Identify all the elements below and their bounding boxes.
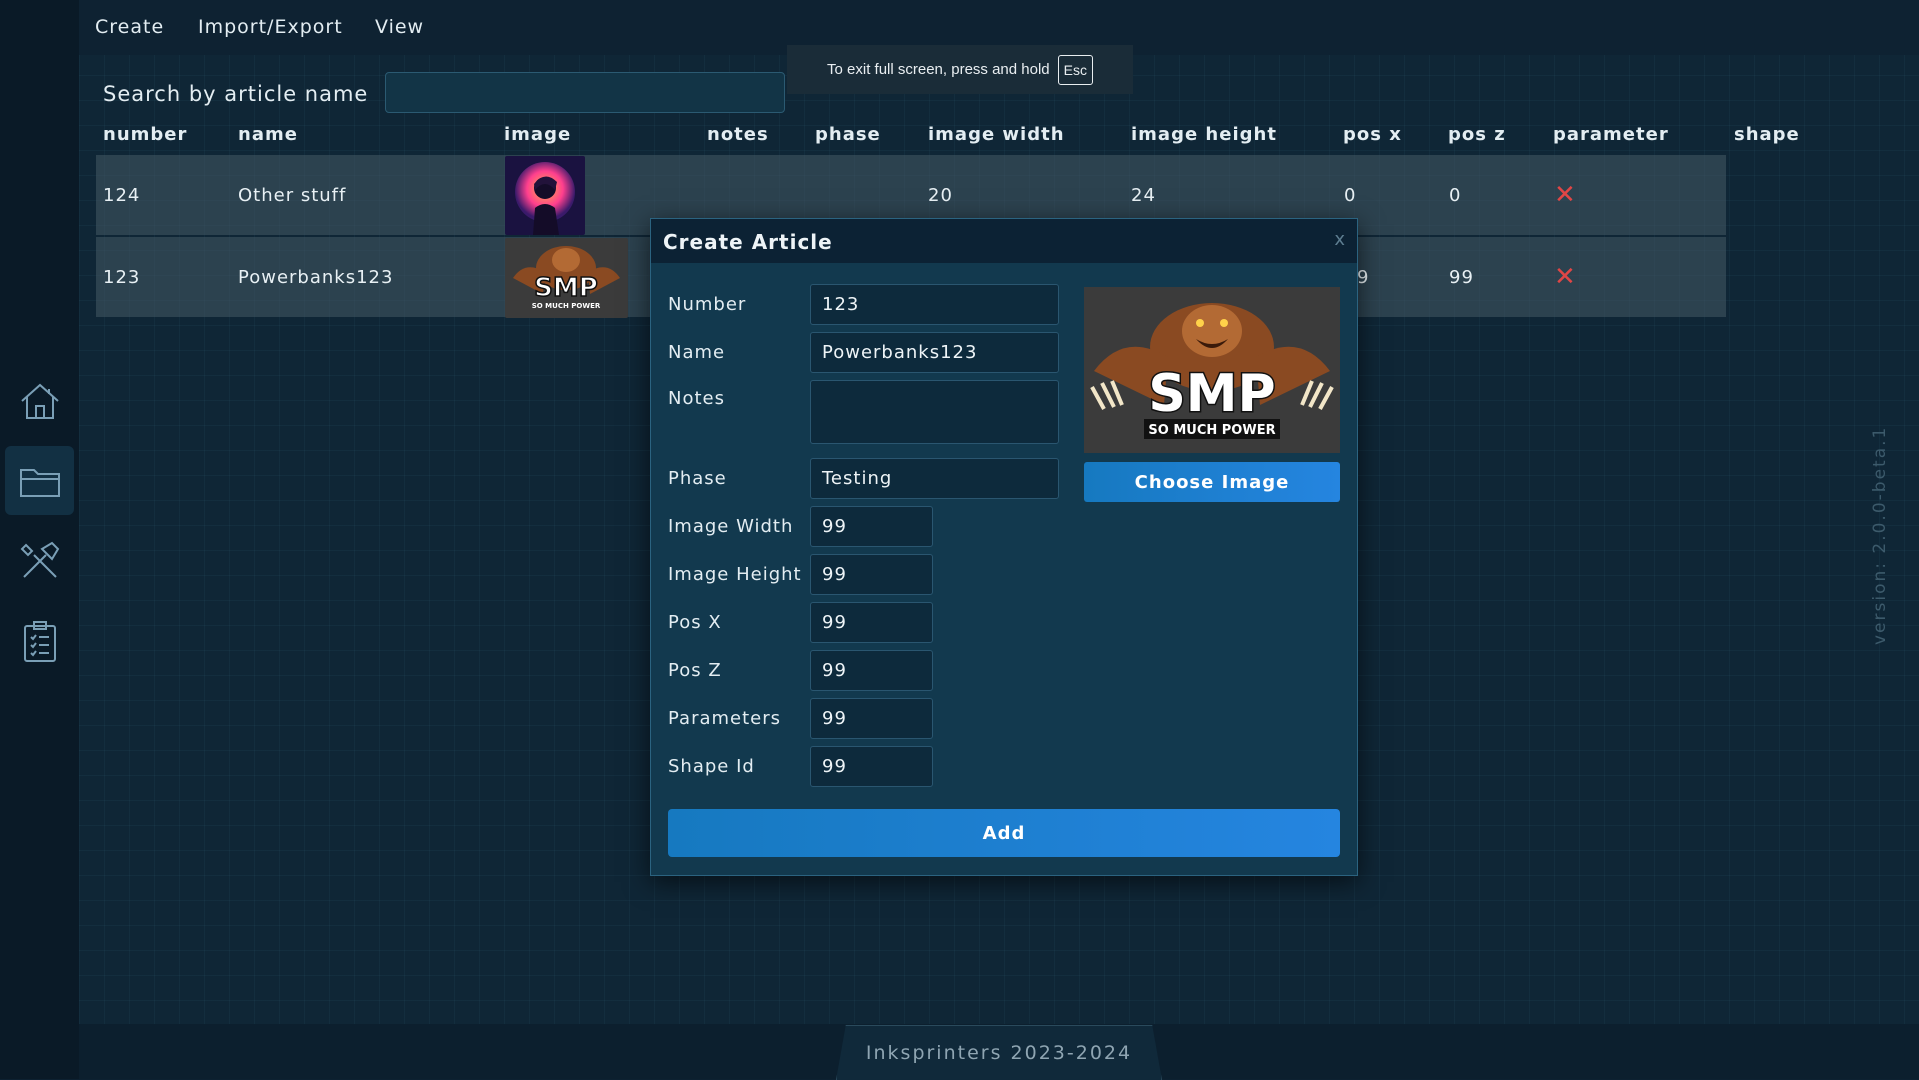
home-button[interactable] bbox=[5, 366, 74, 435]
parameter-false-icon: ✕ bbox=[1554, 180, 1576, 210]
shape-id-field[interactable]: 99 bbox=[810, 746, 933, 787]
notes-textarea[interactable] bbox=[810, 380, 1059, 444]
number-field[interactable]: 123 bbox=[810, 284, 1059, 325]
svg-text:SO MUCH POWER: SO MUCH POWER bbox=[532, 302, 601, 310]
row-pos-x: 9 bbox=[1357, 267, 1370, 288]
fullscreen-notice: To exit full screen, press and hold Esc bbox=[787, 45, 1133, 94]
clipboard-button[interactable] bbox=[5, 606, 74, 675]
row-image-height: 24 bbox=[1131, 185, 1156, 206]
col-header-number: number bbox=[103, 124, 188, 145]
col-header-notes: notes bbox=[707, 124, 769, 145]
col-header-image-height: image height bbox=[1131, 124, 1277, 145]
image-preview: SMP SO MUCH POWER bbox=[1084, 287, 1340, 453]
row-thumbnail: SMP SO MUCH POWER bbox=[505, 238, 628, 318]
phase-label: Phase bbox=[668, 468, 727, 489]
parameter-false-icon: ✕ bbox=[1554, 262, 1576, 292]
col-header-pos-x: pos x bbox=[1343, 124, 1402, 145]
close-icon[interactable]: x bbox=[1334, 229, 1345, 250]
version-label: version: 2.0.0-beta.1 bbox=[1870, 425, 1890, 645]
col-header-name: name bbox=[238, 124, 298, 145]
sidebar bbox=[0, 0, 79, 1079]
esc-key-badge: Esc bbox=[1057, 54, 1093, 85]
pos-z-field[interactable]: 99 bbox=[810, 650, 933, 691]
menu-create[interactable]: Create bbox=[95, 16, 164, 38]
col-header-pos-z: pos z bbox=[1448, 124, 1506, 145]
folder-icon bbox=[19, 468, 60, 497]
clipboard-icon bbox=[23, 620, 56, 662]
col-header-parameter: parameter bbox=[1553, 124, 1669, 145]
col-header-phase: phase bbox=[815, 124, 881, 145]
tools-icon bbox=[20, 541, 59, 578]
row-number: 123 bbox=[103, 267, 141, 288]
tools-button[interactable] bbox=[5, 526, 74, 595]
name-label: Name bbox=[668, 342, 726, 363]
fullscreen-notice-text: To exit full screen, press and hold bbox=[827, 61, 1050, 78]
footer-text: Inksprinters 2023-2024 bbox=[865, 1042, 1133, 1064]
col-header-image-width: image width bbox=[928, 124, 1065, 145]
image-height-field[interactable]: 99 bbox=[810, 554, 933, 595]
pos-x-field[interactable]: 99 bbox=[810, 602, 933, 643]
home-icon bbox=[20, 383, 59, 419]
dialog-title: Create Article bbox=[663, 230, 833, 254]
footer-credit: Inksprinters 2023-2024 bbox=[836, 1025, 1162, 1080]
svg-text:SMP: SMP bbox=[534, 273, 598, 303]
row-pos-z: 99 bbox=[1449, 267, 1474, 288]
search-input[interactable] bbox=[385, 72, 785, 113]
create-article-dialog: Create Article x Number 123 Name Powerba… bbox=[650, 218, 1358, 876]
row-name: Powerbanks123 bbox=[238, 267, 394, 288]
row-number: 124 bbox=[103, 185, 141, 206]
preview-logo-subtext: SO MUCH POWER bbox=[1148, 423, 1275, 438]
menu-import-export[interactable]: Import/Export bbox=[198, 16, 343, 38]
parameters-label: Parameters bbox=[668, 708, 782, 729]
menu-view[interactable]: View bbox=[375, 16, 424, 38]
row-pos-x: 0 bbox=[1344, 185, 1357, 206]
image-width-field[interactable]: 99 bbox=[810, 506, 933, 547]
image-height-label: Image Height bbox=[668, 564, 802, 585]
row-pos-z: 0 bbox=[1449, 185, 1462, 206]
phase-field[interactable]: Testing bbox=[810, 458, 1059, 499]
image-width-label: Image Width bbox=[668, 516, 794, 537]
number-label: Number bbox=[668, 294, 747, 315]
pos-z-label: Pos Z bbox=[668, 660, 722, 681]
parameters-field[interactable]: 99 bbox=[810, 698, 933, 739]
shape-id-label: Shape Id bbox=[668, 756, 755, 777]
dialog-header: Create Article x bbox=[651, 219, 1357, 263]
row-name: Other stuff bbox=[238, 185, 347, 206]
choose-image-button[interactable]: Choose Image bbox=[1084, 462, 1340, 502]
notes-label: Notes bbox=[668, 388, 725, 409]
search-label: Search by article name bbox=[103, 82, 369, 106]
col-header-shape: shape bbox=[1734, 124, 1800, 145]
folder-button[interactable] bbox=[5, 446, 74, 515]
add-button[interactable]: Add bbox=[668, 809, 1340, 857]
pos-x-label: Pos X bbox=[668, 612, 722, 633]
name-field[interactable]: Powerbanks123 bbox=[810, 332, 1059, 373]
preview-logo-text: SMP bbox=[1148, 364, 1275, 424]
col-header-image: image bbox=[504, 124, 572, 145]
row-image-width: 20 bbox=[928, 185, 953, 206]
row-thumbnail bbox=[505, 156, 585, 235]
